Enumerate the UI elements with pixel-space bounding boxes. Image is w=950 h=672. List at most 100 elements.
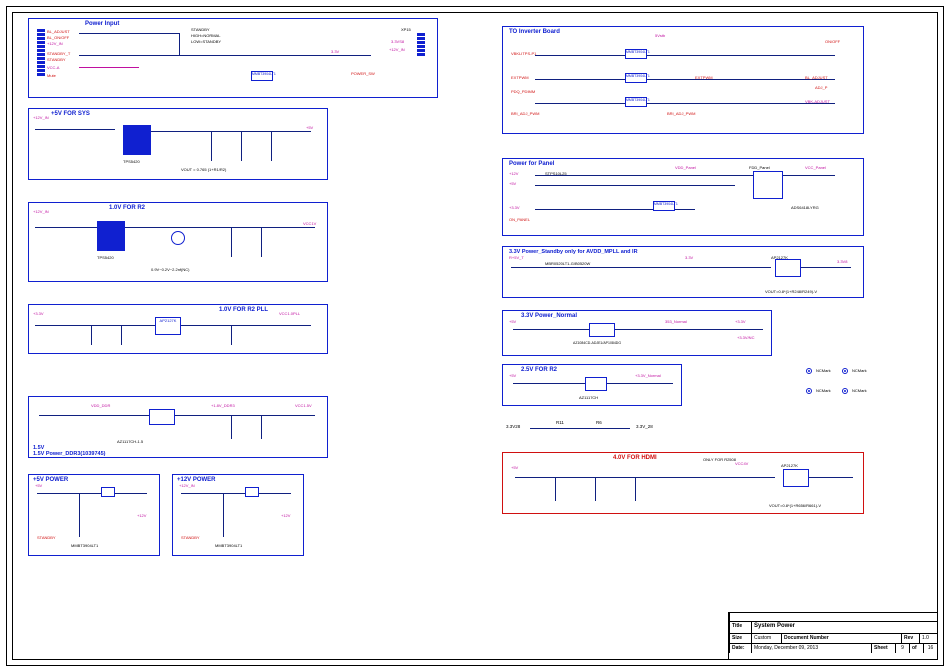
rail-label: 3.3V_28 (636, 424, 653, 429)
part-label: STPS10L25 (545, 171, 567, 176)
net-label: +3.3V (735, 319, 746, 324)
net-label: BL_ON/OFF (47, 35, 69, 40)
tb-size-label: Size (729, 634, 751, 643)
net-label: VDD_Panel (675, 165, 696, 170)
schematic-area: BL_ADJUST BL_ON/OFF +12V_IN STANDBY_T ST… (31, 21, 435, 95)
net-label: +5V (35, 483, 42, 488)
net-label: 3.3V8 (837, 259, 847, 264)
net-label: 353_Normal (665, 319, 687, 324)
part-chip (753, 171, 783, 199)
rail-label: 3.3V (331, 49, 339, 54)
net-label: +12V_IN (47, 41, 63, 46)
part-label: MBR0520LT1-G/B0520W (545, 261, 590, 266)
part-regulator (123, 125, 151, 155)
tb-title-label: Title (729, 622, 751, 633)
part-ldo (775, 259, 801, 277)
net-label: VDD_DDR (91, 403, 110, 408)
net-label: R+5V_T (509, 255, 524, 260)
symbol-transistor (171, 231, 185, 245)
titleblock-blank (729, 613, 937, 621)
net-label: STANDBY (181, 535, 200, 540)
tb-date-label: Date: (729, 644, 751, 653)
tb-sheet-value: 9 (895, 644, 909, 653)
tb-date-value: Monday, December 09, 2013 (751, 644, 871, 653)
part-label: ADS6418LYRG (791, 205, 819, 210)
tb-sheet-label: Sheet (871, 644, 895, 653)
part-q: MMBT3904LT1 (625, 49, 647, 59)
part-q: MMBT3904LT1 (653, 201, 675, 211)
part-label: AZ1117CH-1.5 (117, 439, 143, 444)
tb-size-value: Custom (751, 634, 781, 643)
schematic-area: R+5V_T MBR0520LT1-G/B0520W 3.3V AP2127K … (505, 249, 861, 295)
net-label: VCC-A (47, 65, 59, 70)
rail-label: +12V_IN (389, 47, 405, 52)
net-label: +3.3V_Normal (635, 373, 661, 378)
part-ldo (585, 377, 607, 391)
net-label: +3.3V (33, 311, 44, 316)
part-label: TPS5420 (97, 255, 114, 260)
block-1v5-ddr3: 1.5V 1.5V Power_DDR3(1039745) VDD_DDR AZ… (28, 396, 328, 458)
part-ldo: AP2127K (155, 317, 181, 335)
part-ldo (589, 323, 615, 337)
net-label: VCC1V (303, 221, 316, 226)
net-label: VCC_Panel (805, 165, 826, 170)
net-label: EXTPWM (695, 75, 713, 80)
schematic-area: +12V_IN +12V STANDBY MMBT3904LT1 (175, 477, 301, 553)
tb-rev-label: Rev (901, 634, 919, 643)
net-label: VCC4V (735, 461, 748, 466)
connector-xp1 (37, 29, 45, 77)
tb-docnum-label: Document Number (781, 634, 901, 643)
fiducial-label: NCMark (852, 388, 867, 393)
fiducial-label: NCMark (852, 368, 867, 373)
net-label: STANDBY_T (47, 51, 70, 56)
wire (530, 428, 630, 429)
part-ldo (149, 409, 175, 425)
net-label: BRI_ADJ_PWM (511, 111, 539, 116)
tb-of-label: of (909, 644, 923, 653)
schematic-area: +5V VCC4V AP2127K VOUT=0.8*(1+R656/R661)… (505, 455, 861, 511)
fiducial-mark (842, 388, 848, 394)
net-label: VCC1.0PLL (279, 311, 300, 316)
block-3v3-standby: 3.3V Power_Standby only for AVDD_MPLL an… (502, 246, 864, 298)
net-label: ADJ_P (815, 85, 827, 90)
part-label: MMBT3904LT1 (215, 543, 242, 548)
block-panel-power: Power for Panel +12V +5V +3.3V ON_PANEL … (502, 158, 864, 236)
rail-label: POWER_SW (351, 71, 375, 76)
net-label: +5V (306, 125, 313, 130)
net-label: +5V (509, 319, 516, 324)
block-3v3-normal: 3.3V Power_Normal +5V AZ1084CD-ADJE1/AP1… (502, 310, 772, 356)
part-label: TPS5420 (123, 159, 140, 164)
net-label: +3.3V/NC (737, 335, 754, 340)
formula: VOUT = 0.765 (1+R1/R2) (181, 167, 226, 172)
schematic-area: +5V +12V STANDBY MMBT3904LT1 (31, 477, 157, 553)
net-label: VBK-ADJUST (805, 99, 830, 104)
net-label: EXTPWM (511, 75, 529, 80)
schematic-area: +3.3V AP2127K VCC1.0PLL (31, 307, 325, 351)
block-power-input: Power Input BL_ADJUST BL_ON/OFF +12V_IN … (28, 18, 438, 98)
net-label: VCC1.5V (295, 403, 312, 408)
net-label: +12V (137, 513, 146, 518)
net-label: VBKLITPS-P1 (511, 51, 536, 56)
annotation: STANDBY (191, 27, 210, 32)
block-1v0-r2: 1.0V FOR R2 +12V_IN TPS5420 VCC1V 0.9V~0… (28, 202, 328, 282)
fiducial-label: NCMark (816, 388, 831, 393)
formula: VOUT=0.8*(1+R248/R249)-V (765, 289, 817, 294)
schematic-area: 5Vstb VBKLITPS-P1 EXTPWM PDQ_PDIMM BRI_A… (505, 29, 861, 131)
fiducial-label: NCMark (816, 368, 831, 373)
title-block: Title System Power Size Custom Document … (728, 612, 938, 660)
tb-rev-value: 1.0 (919, 634, 937, 643)
schematic-area: VDD_DDR AZ1117CH-1.5 +1.8V_DDR3 VCC1.5V (31, 399, 325, 455)
block-5v-power: +5V POWER +5V +12V STANDBY MMBT3904LT1 (28, 474, 160, 556)
schematic-area: +12V_IN TPS5420 VCC1V 0.9V~0.2V~2.2nf(NC… (31, 205, 325, 279)
part-label: AZ1117CH (579, 395, 598, 400)
fiducial-mark (806, 388, 812, 394)
annotation: HIGH=NORMAL (191, 33, 220, 38)
tb-of-value: 16 (923, 644, 937, 653)
part-label: MMBT3904LT1 (71, 543, 98, 548)
block-4v0-hdmi: 4.0V FOR HDMI ONLY FOR R2508 +5V VCC4V A… (502, 452, 864, 514)
part-label: AZ1084CD-ADJE1/AP1084DG (573, 341, 621, 345)
net-label: +12V (509, 171, 518, 176)
part-label: FDD_Panel (749, 165, 770, 170)
rail-label: 3.3V28 (506, 424, 520, 429)
part-fet (101, 487, 115, 497)
